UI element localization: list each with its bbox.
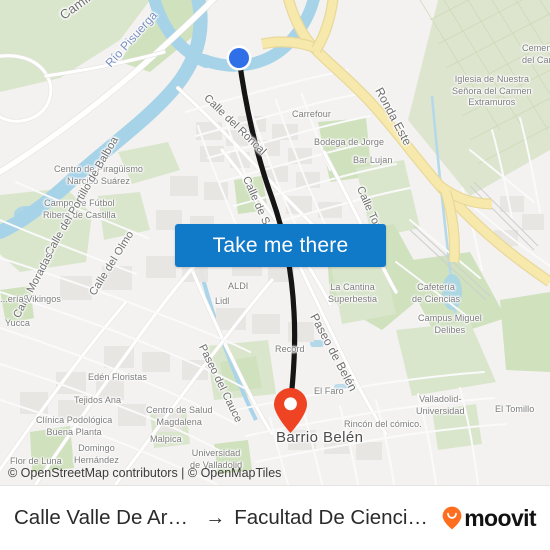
moovit-trip-map-screen: .land { fill:#f3f2f0; } .green { fill:#d… (0, 0, 550, 550)
arrow-icon: → (205, 506, 226, 529)
destination-label: Facultad De Ciencias Eco... (234, 506, 434, 529)
destination-marker[interactable] (273, 387, 308, 434)
map-canvas[interactable]: .land { fill:#f3f2f0; } .green { fill:#d… (0, 0, 550, 485)
map-attribution: © OpenStreetMap contributors | © OpenMap… (8, 466, 282, 480)
origin-label: Calle Valle De Arán 76... (14, 506, 196, 529)
moovit-wordmark: moovit (464, 504, 536, 531)
take-me-there-label: Take me there (212, 233, 349, 257)
trip-summary[interactable]: Calle Valle De Arán 76... → Facultad De … (14, 506, 434, 530)
bottom-trip-bar: Calle Valle De Arán 76... → Facultad De … (0, 485, 550, 550)
moovit-logo[interactable]: moovit (442, 504, 537, 532)
take-me-there-button[interactable]: Take me there (175, 224, 386, 267)
moovit-pin-icon (442, 506, 462, 530)
origin-marker[interactable] (225, 44, 253, 72)
